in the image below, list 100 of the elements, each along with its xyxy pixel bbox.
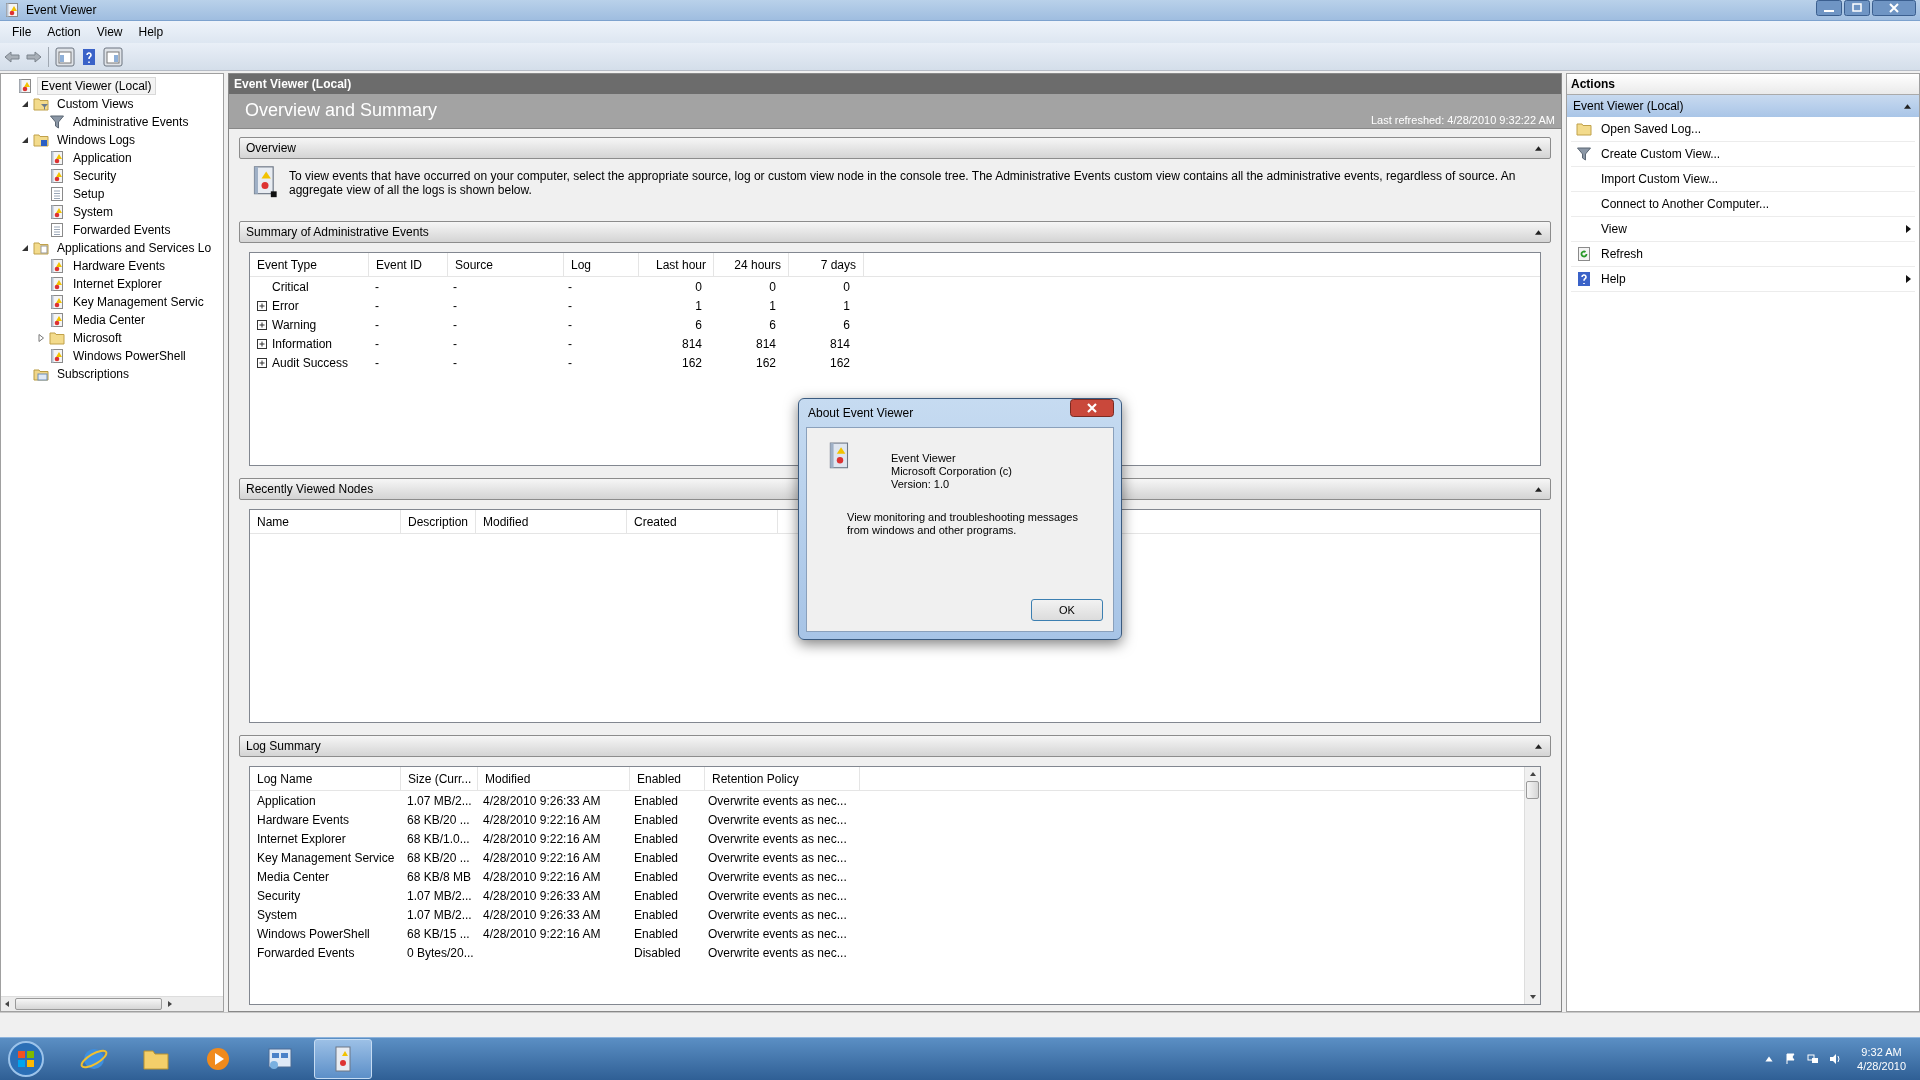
column-header[interactable]: 24 hours bbox=[714, 253, 789, 276]
action-link[interactable]: Refresh bbox=[1597, 247, 1915, 261]
expanded-arrow-icon[interactable] bbox=[21, 136, 29, 144]
table-cell: 4/28/2010 9:22:16 AM bbox=[483, 831, 601, 846]
menu-item[interactable]: Action bbox=[39, 23, 89, 41]
tree-item[interactable]: Custom Views bbox=[53, 95, 138, 113]
speaker-icon[interactable] bbox=[1829, 1053, 1842, 1065]
expand-icon[interactable] bbox=[257, 357, 267, 368]
column-header[interactable]: Created bbox=[627, 510, 778, 533]
tree-item[interactable]: Windows PowerShell bbox=[69, 347, 190, 365]
tree-item[interactable]: Forwarded Events bbox=[69, 221, 175, 239]
action-link[interactable]: Create Custom View... bbox=[1597, 147, 1915, 161]
collapse-icon[interactable] bbox=[1535, 229, 1542, 235]
table-cell: Application bbox=[257, 793, 316, 808]
tree-item[interactable]: Internet Explorer bbox=[69, 275, 166, 293]
close-button[interactable] bbox=[1872, 0, 1916, 16]
tree-item[interactable]: Hardware Events bbox=[69, 257, 170, 275]
actions-title: Actions bbox=[1571, 77, 1615, 91]
column-header[interactable]: Retention Policy bbox=[705, 767, 860, 790]
action-link[interactable]: View bbox=[1597, 222, 1906, 236]
close-button[interactable] bbox=[1070, 399, 1114, 417]
about-description: View monitoring and troubleshooting messages from windows and other programs. bbox=[847, 511, 1079, 537]
action-link[interactable]: Open Saved Log... bbox=[1597, 122, 1915, 136]
column-header[interactable]: Name bbox=[250, 510, 401, 533]
help-icon[interactable] bbox=[81, 48, 97, 65]
scroll-up-icon[interactable] bbox=[1528, 770, 1537, 778]
tree-item[interactable]: Setup bbox=[69, 185, 109, 203]
network-icon[interactable] bbox=[1807, 1053, 1820, 1065]
table-cell: Overwrite events as nec... bbox=[708, 850, 847, 865]
clock-date: 4/28/2010 bbox=[1857, 1059, 1906, 1073]
vertical-scrollbar[interactable] bbox=[1524, 767, 1540, 1004]
tree-item[interactable]: Application bbox=[69, 149, 136, 167]
table-cell: - bbox=[568, 355, 572, 370]
console-tree-icon[interactable] bbox=[55, 46, 75, 67]
column-header[interactable]: Event Type bbox=[250, 253, 369, 276]
tree-item[interactable]: Security bbox=[69, 167, 121, 185]
collapse-icon[interactable] bbox=[1535, 145, 1542, 151]
action-pane-icon[interactable] bbox=[103, 46, 123, 67]
collapsed-arrow-icon[interactable] bbox=[37, 334, 45, 342]
table-cell: - bbox=[568, 298, 572, 313]
table-cell: - bbox=[568, 279, 572, 294]
column-header[interactable]: Event ID bbox=[369, 253, 448, 276]
menu-item[interactable]: View bbox=[88, 23, 131, 41]
clock[interactable]: 9:32 AM 4/28/2010 bbox=[1857, 1045, 1906, 1073]
tree-item[interactable]: Key Management Servic bbox=[69, 293, 208, 311]
taskbar-button[interactable] bbox=[314, 1039, 372, 1079]
scroll-down-icon[interactable] bbox=[1528, 993, 1537, 1001]
column-header[interactable]: Modified bbox=[476, 510, 627, 533]
table-cell: Overwrite events as nec... bbox=[708, 926, 847, 941]
action-group-header[interactable]: Event Viewer (Local) bbox=[1567, 95, 1919, 117]
tree-item[interactable]: Microsoft bbox=[69, 329, 126, 347]
table-cell: 1 bbox=[695, 298, 702, 313]
tree-item[interactable]: Administrative Events bbox=[69, 113, 193, 131]
tree-item[interactable]: Applications and Services Lo bbox=[53, 239, 216, 257]
expand-icon[interactable] bbox=[257, 300, 267, 311]
tree-item[interactable]: Event Viewer (Local) bbox=[37, 77, 156, 95]
expanded-arrow-icon[interactable] bbox=[21, 100, 29, 108]
collapse-icon[interactable] bbox=[1535, 743, 1542, 749]
column-header[interactable]: 7 days bbox=[789, 253, 864, 276]
tree-item[interactable]: System bbox=[69, 203, 117, 221]
action-link[interactable]: Help bbox=[1597, 272, 1906, 286]
scroll-right-icon[interactable] bbox=[166, 1000, 174, 1008]
scroll-left-icon[interactable] bbox=[3, 1000, 11, 1008]
column-header[interactable]: Last hour bbox=[639, 253, 714, 276]
column-header[interactable]: Source bbox=[448, 253, 564, 276]
tree-item[interactable]: Windows Logs bbox=[53, 131, 140, 149]
expand-icon[interactable] bbox=[257, 338, 267, 349]
maximize-button[interactable] bbox=[1844, 0, 1870, 16]
column-header[interactable]: Enabled bbox=[630, 767, 705, 790]
forward-arrow-icon[interactable] bbox=[26, 48, 42, 65]
column-header[interactable]: Description bbox=[401, 510, 476, 533]
section-header[interactable]: Overview bbox=[239, 137, 1551, 159]
collapse-icon[interactable] bbox=[1904, 103, 1911, 109]
scroll-thumb[interactable] bbox=[1526, 781, 1539, 799]
ok-button[interactable]: OK bbox=[1031, 599, 1103, 621]
tree-item[interactable]: Subscriptions bbox=[53, 365, 134, 383]
tree-item[interactable]: Media Center bbox=[69, 311, 150, 329]
column-header[interactable]: Log Name bbox=[250, 767, 401, 790]
column-header[interactable]: Modified bbox=[478, 767, 630, 790]
section-header[interactable]: Log Summary bbox=[239, 735, 1551, 757]
table-cell: - bbox=[568, 336, 572, 351]
table-cell: 4/28/2010 9:22:16 AM bbox=[483, 926, 601, 941]
scroll-thumb[interactable] bbox=[15, 998, 162, 1010]
collapse-icon[interactable] bbox=[1535, 486, 1542, 492]
action-link[interactable]: Connect to Another Computer... bbox=[1597, 197, 1915, 211]
back-arrow-icon[interactable] bbox=[4, 48, 20, 65]
minimize-button[interactable] bbox=[1816, 0, 1842, 16]
menu-item[interactable]: Help bbox=[130, 23, 172, 41]
action-link[interactable]: Import Custom View... bbox=[1597, 172, 1915, 186]
table-cell: 4/28/2010 9:26:33 AM bbox=[483, 793, 601, 808]
column-header[interactable]: Log bbox=[564, 253, 639, 276]
horizontal-scrollbar[interactable] bbox=[1, 996, 223, 1011]
expanded-arrow-icon[interactable] bbox=[21, 244, 29, 252]
table-cell: Hardware Events bbox=[257, 812, 350, 827]
flag-icon[interactable] bbox=[1785, 1053, 1798, 1065]
menu-item[interactable]: File bbox=[4, 23, 40, 41]
section-header[interactable]: Summary of Administrative Events bbox=[239, 221, 1551, 243]
start-button[interactable] bbox=[6, 1039, 46, 1079]
column-header[interactable]: Size (Curr... bbox=[401, 767, 478, 790]
expand-icon[interactable] bbox=[257, 319, 267, 330]
